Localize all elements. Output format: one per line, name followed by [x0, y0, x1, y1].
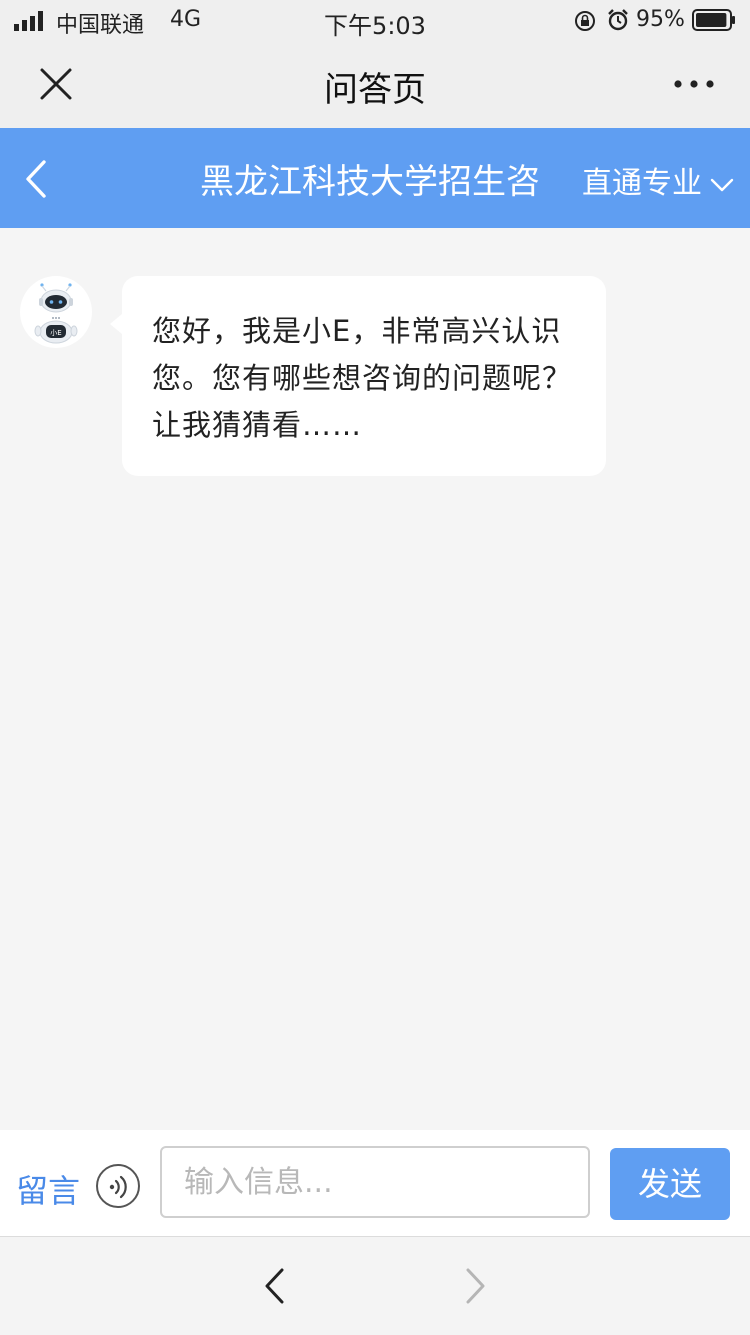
nav-forward-icon	[466, 1268, 485, 1304]
school-name: 黑龙江科技大学招生咨	[200, 162, 540, 202]
status-bar: 中国联通 4G 下午5:03 95%	[0, 0, 750, 40]
chat-header: 黑龙江科技大学招生咨 直通专业	[0, 128, 750, 228]
input-bar: 留言 发送	[0, 1130, 750, 1236]
browser-nav-bar	[0, 1236, 750, 1335]
voice-icon	[109, 1175, 127, 1199]
bot-message-bubble: 您好，我是小E，非常高兴认识您。您有哪些想咨询的问题呢？让我猜猜看……	[110, 276, 606, 476]
leave-message-button[interactable]: 留言	[16, 1166, 80, 1212]
robot-icon: 小E	[34, 283, 78, 344]
bot-message-text: 您好，我是小E，非常高兴认识您。您有哪些想咨询的问题呢？让我猜猜看……	[152, 314, 573, 442]
alarm-icon	[608, 9, 628, 31]
title-bar: 问答页	[0, 40, 750, 128]
message-input[interactable]	[160, 1146, 590, 1218]
chevron-down-icon	[710, 178, 734, 191]
send-button[interactable]: 发送	[610, 1148, 730, 1220]
major-dropdown[interactable]: 直通专业	[582, 158, 734, 202]
battery-percent: 95%	[636, 7, 685, 32]
svg-text:小E: 小E	[50, 328, 61, 337]
page-title: 问答页	[324, 70, 426, 110]
rotation-lock-icon	[575, 11, 595, 31]
battery-icon	[692, 9, 735, 31]
nav-back-icon[interactable]	[262, 1267, 286, 1305]
more-icon[interactable]	[672, 70, 716, 98]
back-arrow-icon[interactable]	[20, 158, 54, 200]
voice-button[interactable]	[96, 1164, 140, 1208]
major-label: 直通专业	[582, 166, 702, 201]
bot-avatar: 小E	[20, 276, 92, 348]
